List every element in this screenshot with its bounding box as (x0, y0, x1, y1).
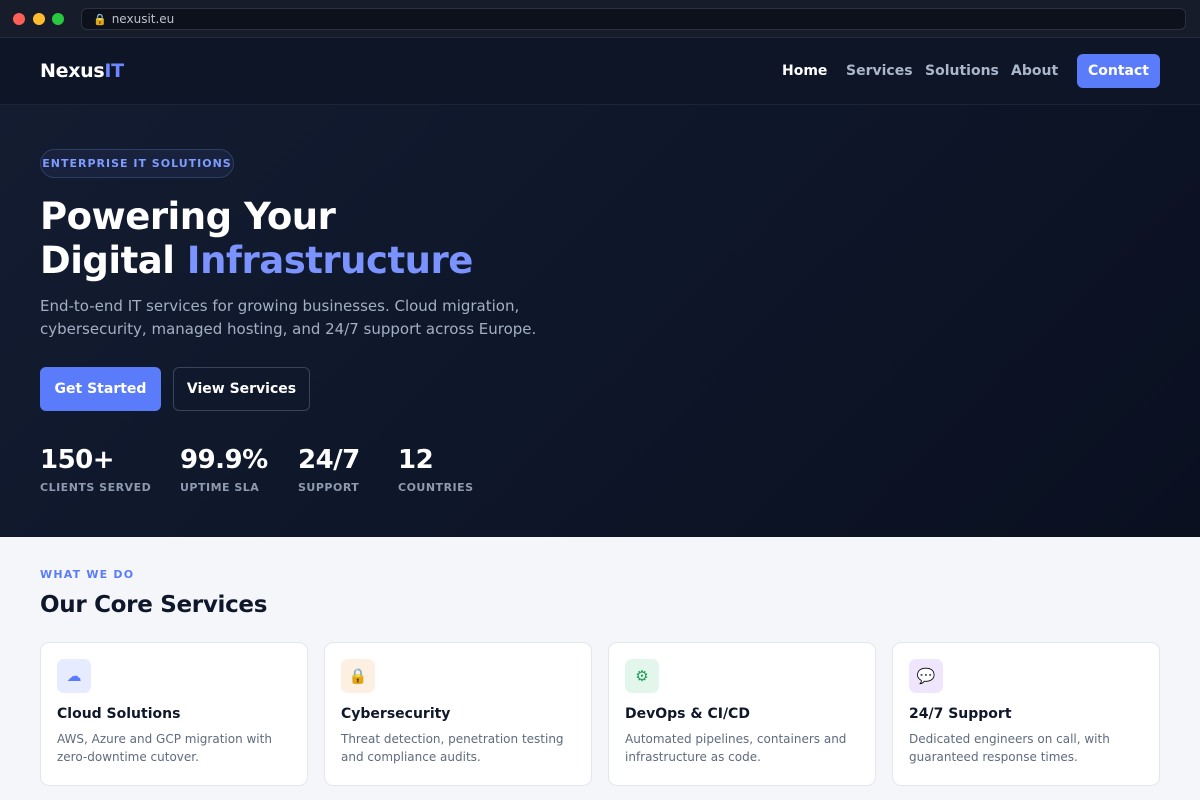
service-card-devops[interactable]: ⚙ DevOps & CI/CD Automated pipelines, co… (608, 642, 876, 786)
browser-chrome: 🔒 nexusit.eu (0, 0, 1200, 38)
card-description: Dedicated engineers on call, with guaran… (909, 732, 1110, 764)
address-bar[interactable]: 🔒 nexusit.eu (81, 8, 1186, 30)
stat-uptime: 99.9% UPTIME SLA (180, 445, 268, 494)
section-eyebrow: WHAT WE DO (40, 568, 135, 581)
logo-main: Nexus (40, 60, 105, 82)
stat-value: 99.9% (180, 445, 268, 475)
card-description: Automated pipelines, containers and infr… (625, 732, 847, 764)
card-title: Cloud Solutions (57, 706, 181, 722)
hero-badge: ENTERPRISE IT SOLUTIONS (40, 149, 234, 178)
stat-countries: 12 COUNTRIES (398, 445, 474, 494)
stat-value: 24/7 (298, 445, 360, 475)
lock-icon: 🔒 (341, 659, 375, 693)
get-started-button[interactable]: Get Started (40, 367, 161, 411)
stat-label: SUPPORT (298, 481, 360, 494)
site-header: NexusIT Home Services Solutions About Co… (0, 38, 1200, 105)
card-title: Cybersecurity (341, 706, 451, 722)
headline-line-1: Powering Your (40, 195, 336, 238)
hero-headline: Powering Your Digital Infrastructure (40, 195, 473, 283)
lock-icon: 🔒 (93, 12, 107, 26)
hero-lead: End-to-end IT services for growing busin… (40, 297, 537, 338)
minimize-window-button[interactable] (33, 13, 45, 25)
nav-link-home[interactable]: Home (782, 63, 827, 79)
headline-line-2: Digital Infrastructure (40, 239, 473, 283)
contact-button[interactable]: Contact (1077, 54, 1160, 88)
logo-accent: IT (104, 60, 124, 82)
nav-link-about[interactable]: About (1011, 63, 1058, 79)
stat-value: 12 (398, 445, 434, 475)
service-card-cybersecurity[interactable]: 🔒 Cybersecurity Threat detection, penetr… (324, 642, 592, 786)
service-card-support[interactable]: 💬 24/7 Support Dedicated engineers on ca… (892, 642, 1160, 786)
nav-link-services[interactable]: Services (846, 63, 913, 79)
hero-section: ENTERPRISE IT SOLUTIONS Powering Your Di… (0, 105, 1200, 537)
stat-label: COUNTRIES (398, 481, 474, 494)
gear-icon: ⚙ (625, 659, 659, 693)
logo[interactable]: NexusIT (40, 60, 124, 82)
services-section: WHAT WE DO Our Core Services ☁ Cloud Sol… (0, 537, 1200, 800)
card-description: Threat detection, penetration testing an… (341, 732, 564, 764)
section-title: Our Core Services (40, 592, 268, 618)
view-services-button[interactable]: View Services (173, 367, 310, 411)
close-window-button[interactable] (13, 13, 25, 25)
stat-label: CLIENTS SERVED (40, 481, 152, 494)
url-text: nexusit.eu (111, 12, 175, 26)
card-title: 24/7 Support (909, 706, 1012, 722)
stat-value: 150+ (40, 445, 115, 475)
card-title: DevOps & CI/CD (625, 706, 750, 722)
nav-link-solutions[interactable]: Solutions (925, 63, 999, 79)
stat-support: 24/7 SUPPORT (298, 445, 360, 494)
stat-clients: 150+ CLIENTS SERVED (40, 445, 151, 494)
service-card-cloud[interactable]: ☁ Cloud Solutions AWS, Azure and GCP mig… (40, 642, 308, 786)
stat-label: UPTIME SLA (180, 481, 260, 494)
speech-bubble-icon: 💬 (909, 659, 943, 693)
card-description: AWS, Azure and GCP migration with zero-d… (57, 732, 272, 764)
maximize-window-button[interactable] (52, 13, 64, 25)
headline-accent: Infrastructure (186, 239, 474, 282)
cloud-icon: ☁ (57, 659, 91, 693)
headline-plain: Digital (40, 239, 187, 282)
